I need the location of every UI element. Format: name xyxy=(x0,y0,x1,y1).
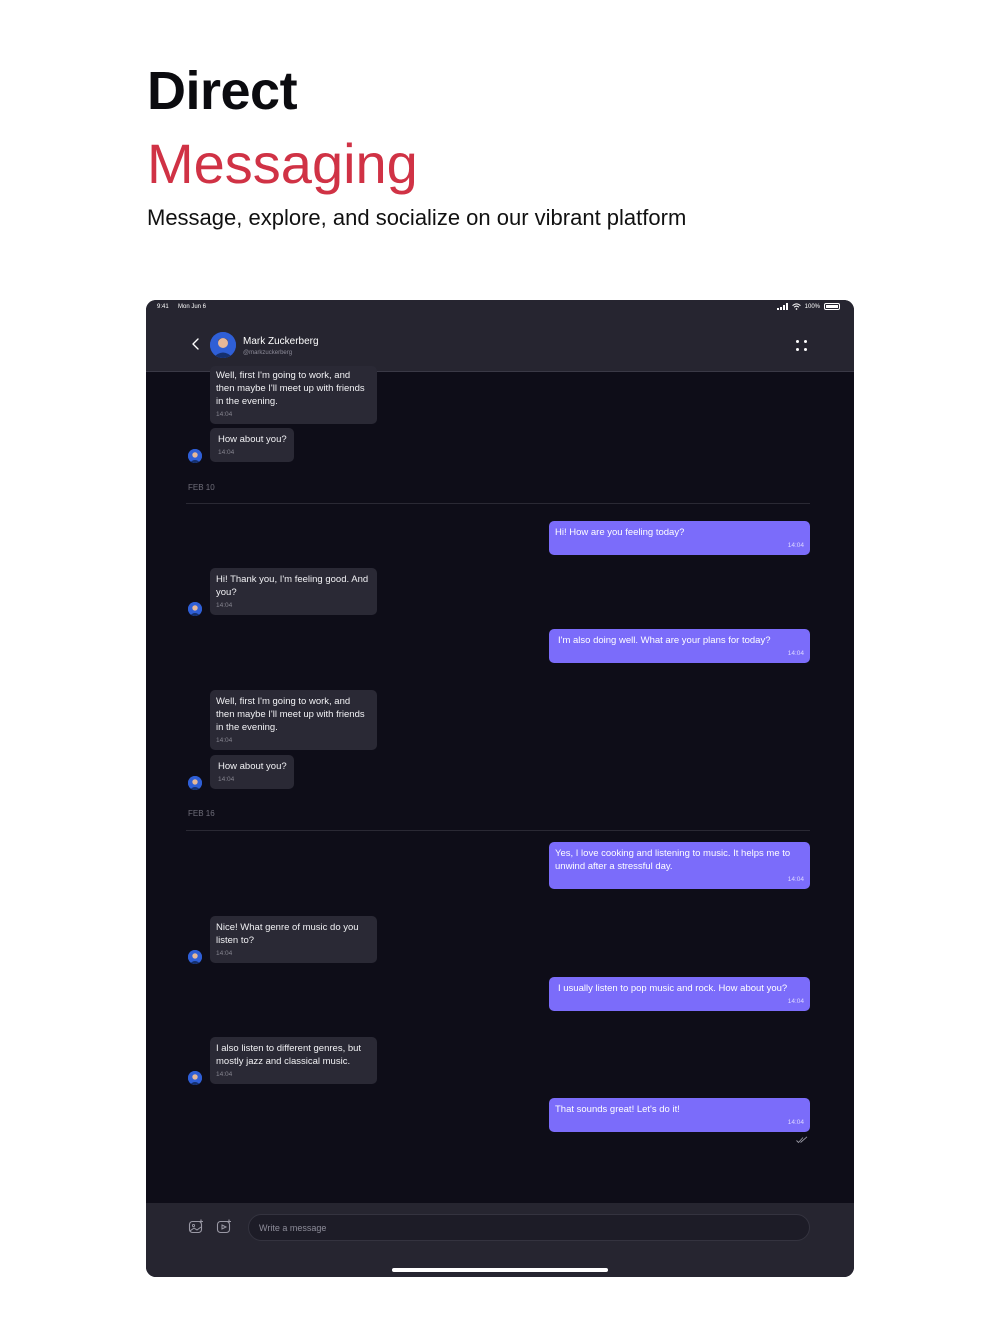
message-outgoing[interactable]: I usually listen to pop music and rock. … xyxy=(549,977,810,1011)
more-options-button[interactable] xyxy=(796,340,808,352)
attach-image-button[interactable] xyxy=(188,1219,204,1235)
person-avatar-icon xyxy=(188,950,202,964)
message-time: 14:04 xyxy=(216,411,233,418)
double-check-read-icon xyxy=(796,1136,808,1144)
message-time: 14:04 xyxy=(216,1071,233,1078)
back-button[interactable] xyxy=(188,336,204,352)
person-avatar-icon xyxy=(210,332,236,358)
status-date: Mon Jun 6 xyxy=(178,304,207,310)
date-separator-label: FEB 16 xyxy=(188,809,215,818)
message-input[interactable] xyxy=(248,1214,810,1241)
message-outgoing[interactable]: Yes, I love cooking and listening to mus… xyxy=(549,842,810,889)
status-bar: 9:41 Mon Jun 6 100% xyxy=(146,300,854,316)
message-outgoing[interactable]: I'm also doing well. What are your plans… xyxy=(549,629,810,663)
home-indicator xyxy=(392,1268,608,1272)
contact-handle: @markzuckerberg xyxy=(243,350,293,356)
message-incoming[interactable]: Nice! What genre of music do you listen … xyxy=(210,916,377,963)
message-list[interactable]: Well, first I'm going to work, and then … xyxy=(146,366,854,1203)
sender-avatar[interactable] xyxy=(188,602,202,616)
status-time: 9:41 xyxy=(157,304,169,310)
message-text: I'm also doing well. What are your plans… xyxy=(558,635,771,646)
message-outgoing[interactable]: Hi! How are you feeling today? 14:04 xyxy=(549,521,810,555)
message-time: 14:04 xyxy=(787,650,804,657)
message-time: 14:04 xyxy=(216,602,233,609)
sender-avatar[interactable] xyxy=(188,776,202,790)
message-text: That sounds great! Let's do it! xyxy=(555,1104,680,1115)
person-avatar-icon xyxy=(188,602,202,616)
tablet-screen: 9:41 Mon Jun 6 100% Mark Zuckerberg @mar… xyxy=(146,300,854,1277)
message-text: How about you? xyxy=(218,761,287,772)
promo-subtitle: Message, explore, and socialize on our v… xyxy=(147,205,687,230)
wifi-icon xyxy=(791,303,801,310)
sender-avatar[interactable] xyxy=(188,1071,202,1085)
message-time: 14:04 xyxy=(787,998,804,1005)
message-time: 14:04 xyxy=(218,776,235,783)
message-text: I also listen to different genres, but m… xyxy=(216,1043,362,1067)
contact-avatar[interactable] xyxy=(210,332,236,358)
message-incoming[interactable]: How about you? 14:04 xyxy=(210,428,294,462)
message-text: Well, first I'm going to work, and then … xyxy=(216,696,365,733)
status-indicators: 100% xyxy=(776,303,840,310)
message-text: I usually listen to pop music and rock. … xyxy=(558,983,788,994)
image-add-icon xyxy=(188,1219,203,1234)
date-separator-label: FEB 10 xyxy=(188,483,215,492)
battery-percent: 100% xyxy=(804,303,820,310)
message-time: 14:04 xyxy=(216,737,233,744)
message-incoming[interactable]: I also listen to different genres, but m… xyxy=(210,1037,377,1084)
video-add-icon xyxy=(216,1219,231,1234)
message-outgoing[interactable]: That sounds great! Let's do it! 14:04 xyxy=(549,1098,810,1132)
message-composer xyxy=(146,1203,854,1277)
promo-title-messaging: Messaging xyxy=(147,132,418,195)
message-incoming[interactable]: Well, first I'm going to work, and then … xyxy=(210,366,377,424)
message-text: How about you? xyxy=(218,434,287,445)
message-text: Yes, I love cooking and listening to mus… xyxy=(555,848,791,872)
message-time: 14:04 xyxy=(787,876,804,883)
message-time: 14:04 xyxy=(218,449,235,456)
sender-avatar[interactable] xyxy=(188,950,202,964)
date-divider xyxy=(186,830,810,831)
date-divider xyxy=(186,503,810,504)
chevron-left-icon xyxy=(192,338,199,350)
message-incoming[interactable]: How about you? 14:04 xyxy=(210,755,294,789)
person-avatar-icon xyxy=(188,1071,202,1085)
person-avatar-icon xyxy=(188,776,202,790)
message-text: Hi! Thank you, I'm feeling good. And you… xyxy=(216,574,369,598)
message-time: 14:04 xyxy=(216,950,233,957)
message-text: Well, first I'm going to work, and then … xyxy=(216,370,365,407)
sender-avatar[interactable] xyxy=(188,449,202,463)
attach-video-button[interactable] xyxy=(216,1219,232,1235)
cellular-signal-icon xyxy=(776,303,788,310)
message-text: Hi! How are you feeling today? xyxy=(555,527,685,538)
contact-name: Mark Zuckerberg xyxy=(243,336,319,347)
message-incoming[interactable]: Hi! Thank you, I'm feeling good. And you… xyxy=(210,568,377,615)
message-incoming[interactable]: Well, first I'm going to work, and then … xyxy=(210,690,377,750)
battery-icon xyxy=(824,303,840,310)
person-avatar-icon xyxy=(188,449,202,463)
promo-title-direct: Direct xyxy=(147,61,298,121)
message-time: 14:04 xyxy=(787,1119,804,1126)
chat-header: Mark Zuckerberg @markzuckerberg xyxy=(146,316,854,372)
message-time: 14:04 xyxy=(787,542,804,549)
message-text: Nice! What genre of music do you listen … xyxy=(216,922,359,946)
